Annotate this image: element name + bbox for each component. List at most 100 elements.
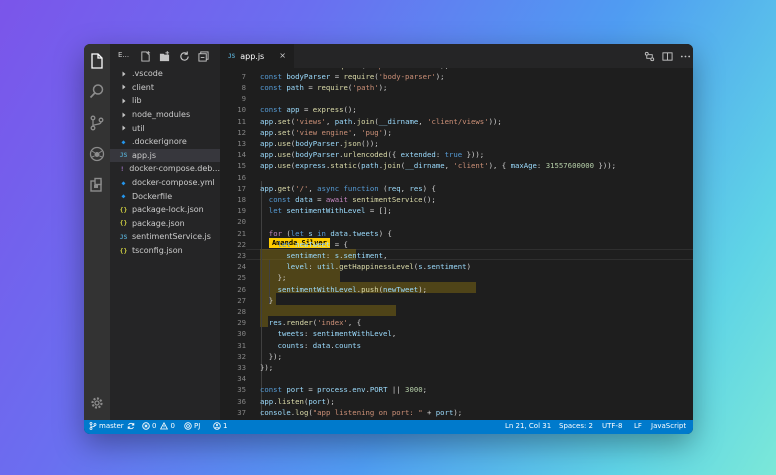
tree-folder[interactable]: client (110, 81, 220, 95)
line-number: 9 (241, 94, 246, 104)
tree-file[interactable]: JS app.js (110, 148, 220, 163)
code-token: : (435, 150, 445, 160)
search-icon[interactable] (88, 82, 106, 100)
code-token: console (260, 407, 291, 417)
tree-folder[interactable]: lib (110, 94, 220, 108)
code-line: 16 (220, 172, 693, 183)
indentation-status[interactable]: Spaces: 2 (559, 422, 593, 430)
collapse-all-icon[interactable] (196, 49, 210, 63)
code-token: tweets (352, 228, 379, 238)
code-editor[interactable]: Amanda Silver 6const session = require('… (220, 68, 693, 420)
docker-icon: ◆ (121, 192, 126, 201)
extensions-icon[interactable] (88, 176, 106, 194)
eol-status[interactable]: LF (634, 422, 642, 430)
code-token: 'view engine' (295, 127, 353, 137)
tree-item-label: tsconfig.json (132, 246, 183, 256)
line-content: }; (260, 272, 287, 283)
line-content: let sentimentWithLevel = []; (260, 205, 392, 216)
problems-status[interactable]: 0 0 (142, 422, 175, 430)
code-token: tweets (277, 329, 304, 339)
code-token: = (299, 105, 313, 115)
new-file-icon[interactable] (138, 49, 152, 63)
code-token: sentiment (286, 251, 326, 260)
sync-icon[interactable] (127, 422, 137, 430)
refresh-icon[interactable] (177, 49, 191, 63)
line-number: 27 (237, 295, 246, 305)
tree-folder[interactable]: util (110, 121, 220, 135)
tree-folder[interactable]: .vscode (110, 67, 220, 81)
code-line: 19 let sentimentWithLevel = []; (220, 205, 693, 216)
source-control-icon[interactable] (88, 114, 106, 132)
line-content: app.use(bodyParser.json()); (260, 138, 379, 149)
code-line: 13 app.use(bodyParser.json()); (220, 138, 693, 149)
tree-file[interactable]: ◆ docker-compose.yml (110, 176, 220, 190)
live-share-status[interactable]: PJ (184, 422, 200, 430)
line-number: 31 (237, 340, 246, 350)
tree-file[interactable]: ! docker-compose.deb... (110, 162, 220, 176)
code-line: 33}); (220, 362, 693, 373)
branch-label: master (99, 422, 124, 430)
code-token: push (361, 284, 379, 294)
language-mode[interactable]: JavaScript (651, 422, 686, 430)
code-token: listen (277, 396, 304, 406)
new-folder-icon[interactable] (157, 49, 171, 63)
code-token: const (260, 68, 286, 70)
warning-count: 0 (170, 422, 175, 430)
code-token: }); (260, 351, 282, 361)
branch-status[interactable]: master (89, 422, 124, 430)
code-token: for (268, 228, 287, 238)
close-icon[interactable]: × (279, 51, 286, 60)
tab-app-js[interactable]: JS app.js × (220, 44, 294, 68)
line-content: const bodyParser = require('body-parser'… (260, 71, 445, 82)
line-number: 36 (237, 396, 246, 406)
code-token: (); (343, 105, 357, 115)
code-token: bodyParser (295, 139, 340, 148)
line-number: 26 (237, 284, 246, 294)
tree-item-label: util (132, 123, 145, 133)
tree-item-label: app.js (132, 150, 156, 160)
encoding-status[interactable]: UTF-8 (602, 422, 622, 430)
code-token: ; (422, 385, 428, 395)
docker-icon: ◆ (121, 178, 126, 187)
tree-item-label: sentimentService.js (132, 232, 211, 242)
open-changes-icon[interactable] (643, 50, 655, 62)
tree-file[interactable]: {} package-lock.json (110, 203, 220, 217)
tree-file[interactable]: {} tsconfig.json (110, 244, 220, 258)
code-line: 26 sentimentWithLevel.push(newTweet); (220, 284, 693, 295)
tab-bar: JS app.js × (220, 44, 693, 68)
code-token: express (312, 105, 344, 115)
line-content: counts: data.counts (260, 340, 362, 351)
line-content: level: util.getHappinessLevel(s.sentimen… (260, 261, 471, 272)
code-token: env (352, 385, 366, 395)
tree-file[interactable]: ◆ .dockerignore (110, 135, 220, 149)
live-share-icon (184, 422, 192, 430)
tree-file[interactable]: {} package.json (110, 217, 220, 231)
line-number: 18 (237, 195, 246, 204)
code-token: : (325, 251, 335, 260)
debug-icon[interactable] (88, 145, 106, 163)
cursor-position[interactable]: Ln 21, Col 31 (505, 422, 551, 430)
code-token: let (277, 239, 296, 249)
line-number: 20 (237, 217, 246, 227)
code-line: 8 const path = require('path'); (220, 82, 693, 93)
tree-file[interactable]: ◆ Dockerfile (110, 189, 220, 203)
explorer-icon[interactable] (88, 52, 106, 70)
tree-folder[interactable]: node_modules (110, 108, 220, 122)
js-file-icon: JS (119, 232, 128, 241)
participants-status[interactable]: 1 (213, 422, 227, 430)
code-token: use (277, 150, 291, 160)
line-number: 29 (237, 318, 246, 328)
line-number: 21 (237, 228, 246, 238)
line-number: 11 (237, 116, 246, 126)
line-number: 10 (237, 105, 246, 115)
more-actions-icon[interactable] (679, 50, 691, 62)
split-editor-icon[interactable] (661, 50, 673, 62)
tree-file[interactable]: JS sentimentService.js (110, 230, 220, 244)
code-token: path (286, 83, 304, 92)
tree-item-label: .dockerignore (132, 137, 187, 147)
gear-icon[interactable] (88, 394, 106, 412)
code-token: }; (260, 273, 287, 283)
